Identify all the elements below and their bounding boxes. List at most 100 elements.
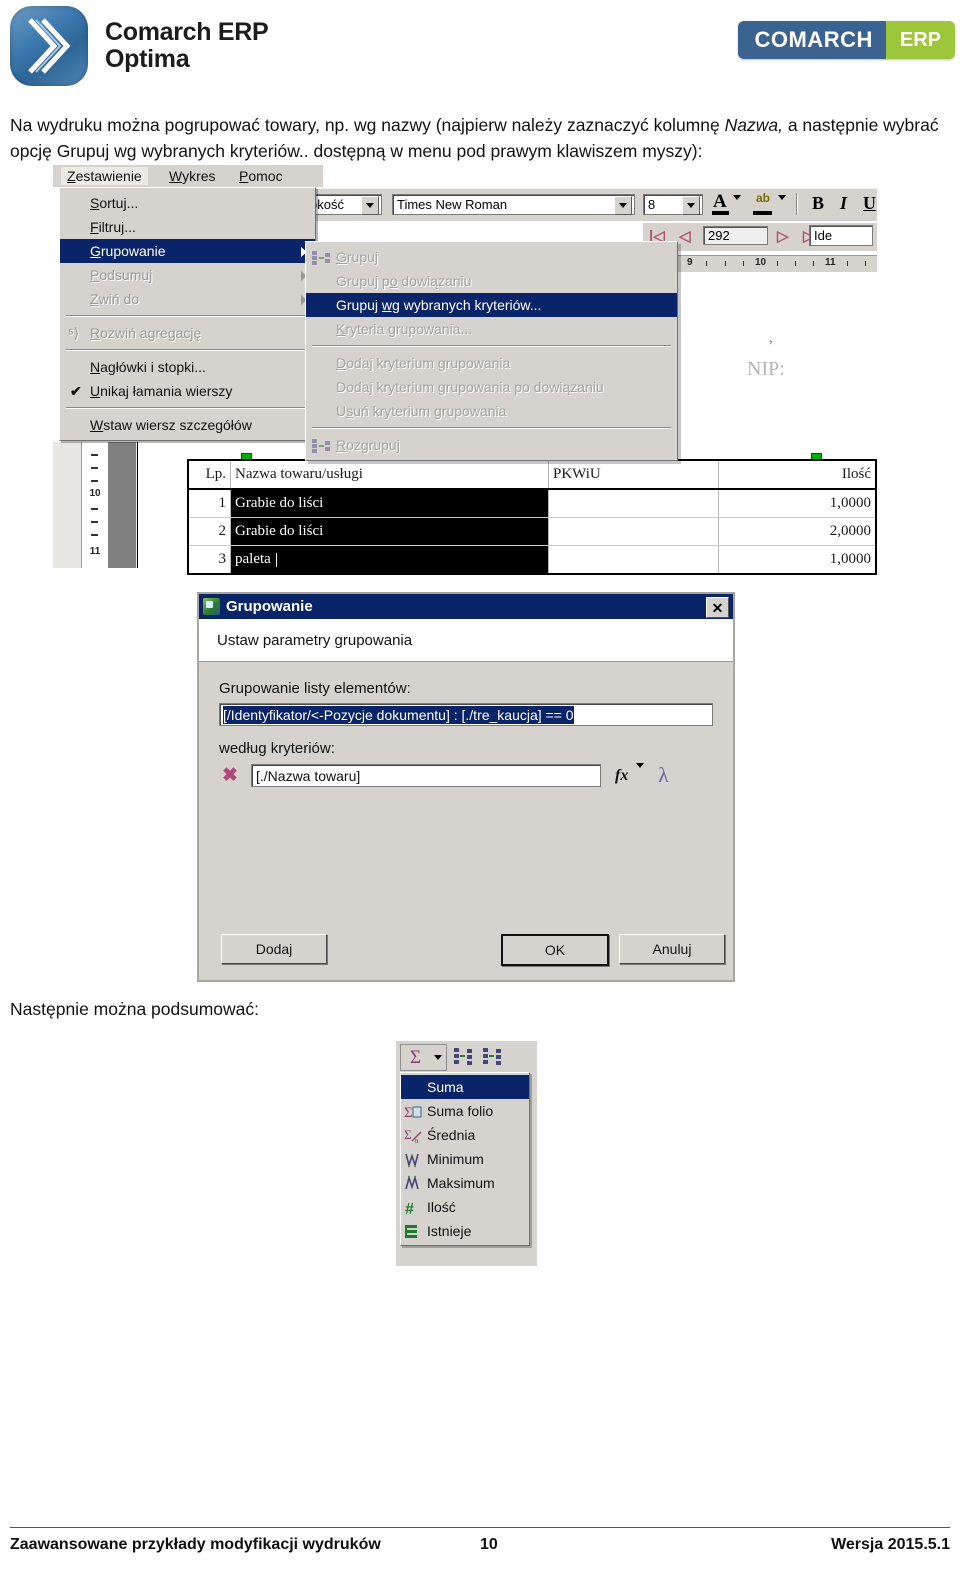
logo-wordmark: Comarch ERP Optima — [105, 18, 269, 73]
submenu-item-grupuj-wg-wybranych-kryteriow[interactable]: Grupuj wg wybranych kryteriów... — [306, 293, 677, 317]
font-color-dropdown-arrow-icon[interactable] — [733, 195, 741, 218]
submenu-divider — [312, 345, 671, 347]
summary-item-suma[interactable]: Suma — [401, 1075, 529, 1099]
exists-icon — [404, 1223, 423, 1240]
submenu-item-grupuj[interactable]: Grupuj — [306, 245, 677, 269]
summary-item-istnieje[interactable]: Istnieje — [401, 1219, 529, 1243]
ruler-h-label-11: 11 — [825, 257, 836, 268]
intro-italic-nazwa: Nazwa, — [724, 115, 783, 135]
submenu-item-kryteria-grupowania[interactable]: Kryteria grupowania... — [306, 317, 677, 341]
summary-item-ilosc-label: Ilość — [427, 1199, 456, 1215]
close-icon[interactable]: ✕ — [706, 597, 729, 618]
delete-criterion-icon[interactable]: ✖ — [219, 765, 241, 786]
horizontal-ruler[interactable]: 9 10 11 — [643, 255, 877, 272]
cell-lp: 2 — [189, 518, 231, 545]
table-row[interactable]: 1 Grabie do liści 1,0000 — [189, 490, 875, 518]
vertical-scrollbar-track[interactable] — [108, 442, 136, 568]
summary-item-suma-folio-label: Suma folio — [427, 1103, 494, 1119]
vertical-ruler[interactable]: 10 11 — [81, 442, 109, 568]
criteria-input[interactable]: [./Nazwa towaru] — [251, 764, 601, 787]
add-button[interactable]: Dodaj — [221, 934, 327, 964]
submenu-item-grupuj-po-dowiazaniu[interactable]: Grupuj po dowiązaniu — [306, 269, 677, 293]
grid-header-ilosc: Ilość — [841, 466, 871, 482]
menubar-item-pomoc[interactable]: Pomoc — [233, 167, 289, 185]
menu-divider — [66, 315, 309, 317]
cell-nazwa[interactable]: Grabie do liści — [231, 490, 549, 517]
logo-line-2: Optima — [105, 45, 190, 73]
font-color-icon[interactable]: A — [713, 191, 727, 213]
fx-dropdown-arrow-icon[interactable] — [636, 762, 645, 784]
cancel-button[interactable]: Anuluj — [619, 934, 725, 964]
bold-button[interactable]: B — [812, 193, 824, 214]
record-number-field[interactable]: 292 — [703, 226, 768, 245]
font-family-arrow-icon[interactable] — [614, 196, 632, 215]
width-combo[interactable]: okość — [305, 194, 382, 215]
record-navigator: |◁ ◁ 292 ▷ ▷| Ide — [643, 223, 877, 251]
ok-button[interactable]: OK — [501, 934, 609, 966]
toolbar-separator — [796, 193, 798, 215]
menu-item-naglowki-i-stopki[interactable]: Nagłówki i stopki... — [60, 355, 315, 379]
summary-item-minimum-label: Minimum — [427, 1151, 484, 1167]
dialog-titlebar[interactable]: Grupowanie ✕ — [199, 594, 733, 619]
fx-button[interactable]: fx — [615, 767, 628, 785]
intro-paragraph: Na wydruku można pogrupować towary, np. … — [10, 112, 950, 164]
font-size-combo[interactable]: 8 — [643, 194, 703, 215]
summary-toolbar: Σ — [396, 1041, 537, 1073]
cell-pkwiu — [549, 490, 719, 517]
submenu-item-dodaj-kryterium-grupowania-po-dowiazaniu[interactable]: Dodaj kryterium grupowania po dowiązaniu — [306, 375, 677, 399]
group-rows-icon[interactable] — [453, 1047, 474, 1066]
italic-button[interactable]: I — [840, 193, 847, 214]
sum-icon[interactable]: Σ — [400, 1044, 431, 1071]
menubar-pomoc-rest: omoc — [248, 168, 283, 184]
submenu-item-usun-kryterium-grupowania[interactable]: Usuń kryterium grupowania — [306, 399, 677, 423]
report-comma-text: , — [769, 330, 773, 346]
summary-item-srednia[interactable]: Σn Średnia — [401, 1123, 529, 1147]
menu-item-grupowanie[interactable]: Grupowanie — [60, 239, 315, 263]
highlight-icon[interactable]: ab — [756, 191, 770, 205]
menu-item-sortuj[interactable]: Sortuj... — [60, 191, 315, 215]
cell-nazwa[interactable]: Grabie do liści — [231, 518, 549, 545]
menu-divider — [66, 407, 309, 409]
grid-header-lp: Lp. — [189, 461, 231, 488]
logo-line-1: Comarch ERP — [105, 18, 269, 46]
underline-button[interactable]: U — [863, 193, 876, 214]
next-record-icon[interactable]: ▷ — [777, 227, 789, 245]
prev-record-icon[interactable]: ◁ — [679, 227, 691, 245]
summary-item-suma-folio[interactable]: Σ Suma folio — [401, 1099, 529, 1123]
svg-text:n: n — [415, 1137, 419, 1144]
cell-nazwa[interactable]: paleta — [231, 546, 549, 573]
summary-dropdown-menu: Suma Σ Suma folio Σn Średnia Minimum Mak… — [400, 1072, 530, 1246]
summary-item-ilosc[interactable]: # Ilość — [401, 1195, 529, 1219]
summary-item-minimum[interactable]: Minimum — [401, 1147, 529, 1171]
highlight-dropdown-arrow-icon[interactable] — [778, 195, 786, 218]
ungroup-rows-icon[interactable] — [482, 1047, 503, 1066]
count-icon: # — [404, 1199, 423, 1218]
submenu-item-dodaj-kryterium-grupowania[interactable]: Dodaj kryterium grupowania — [306, 351, 677, 375]
menubar-item-zestawienie[interactable]: Zestawienie — [61, 167, 148, 185]
menu-item-zwin-do[interactable]: Zwiń do — [60, 287, 315, 311]
submenu-item-rozgrupuj[interactable]: Rozgrupuj — [306, 433, 677, 457]
font-family-value: Times New Roman — [397, 197, 508, 212]
summary-item-maksimum[interactable]: Maksimum — [401, 1171, 529, 1195]
minimum-icon — [404, 1151, 423, 1168]
font-color-underline-bar — [712, 211, 729, 215]
font-size-arrow-icon[interactable] — [682, 196, 700, 215]
menu-item-wstaw-wiersz-szczegolow[interactable]: Wstaw wiersz szczegółów — [60, 413, 315, 437]
table-row[interactable]: 3 paleta 1,0000 — [189, 546, 875, 573]
menu-item-rozwin-agregacje[interactable]: ⁵⟩ Rozwiń agregację — [60, 321, 315, 345]
table-row[interactable]: 2 Grabie do liści 2,0000 — [189, 518, 875, 546]
ruler-h-label-10: 10 — [755, 257, 767, 268]
menubar-item-wykres[interactable]: Wykres — [163, 167, 222, 185]
menu-item-filtruj[interactable]: Filtruj... — [60, 215, 315, 239]
summary-item-istnieje-label: Istnieje — [427, 1223, 472, 1239]
lambda-button[interactable]: λ — [658, 763, 668, 788]
text-caret — [275, 552, 277, 567]
menu-item-podsumuj[interactable]: Podsumuj — [60, 263, 315, 287]
chevron-down-icon[interactable] — [429, 1044, 447, 1071]
identifier-field[interactable]: Ide — [809, 225, 873, 246]
menu-item-unikaj-lamania-wierszy[interactable]: ✔ Unikaj łamania wierszy — [60, 379, 315, 403]
width-combo-arrow-icon[interactable] — [361, 196, 379, 215]
font-family-combo[interactable]: Times New Roman — [392, 194, 635, 215]
list-grouping-input[interactable]: [/Identyfikator/<-Pozycje dokumentu] : [… — [219, 703, 713, 726]
grupowanie-submenu: Grupuj Grupuj po dowiązaniu Grupuj wg wy… — [305, 241, 678, 461]
